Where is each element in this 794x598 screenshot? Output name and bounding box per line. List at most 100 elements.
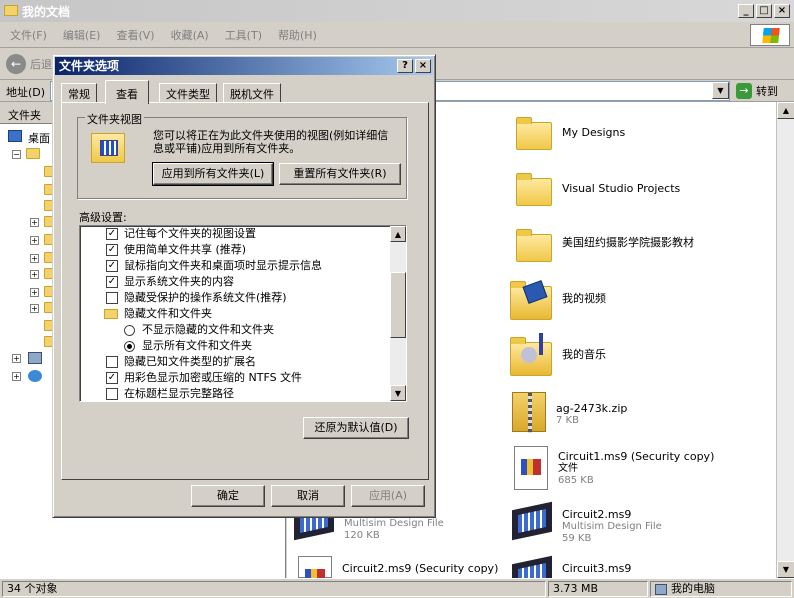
- file-size: 7 KB: [556, 415, 579, 426]
- apply-button[interactable]: 应用(A): [351, 485, 425, 507]
- expand-toggle[interactable]: +: [30, 218, 39, 227]
- minimize-button[interactable]: _: [738, 4, 754, 18]
- window-title: 我的文档: [22, 4, 71, 19]
- checkbox[interactable]: ✓: [106, 276, 118, 288]
- expand-toggle[interactable]: +: [30, 270, 39, 279]
- network-icon: [28, 370, 42, 382]
- checkbox[interactable]: ✓: [106, 228, 118, 240]
- expand-toggle[interactable]: +: [30, 236, 39, 245]
- go-arrow-icon: →: [736, 83, 752, 99]
- file-item-music-folder[interactable]: 我的音乐: [510, 333, 750, 376]
- file-name: Visual Studio Projects: [562, 182, 681, 195]
- restore-defaults-button[interactable]: 还原为默认值(D): [303, 417, 409, 439]
- file-item-zip[interactable]: ag-2473k.zip 7 KB: [512, 392, 752, 433]
- setting-full-path-title[interactable]: 在标题栏显示完整路径: [80, 386, 390, 401]
- setting-show-hidden[interactable]: 显示所有文件和文件夹: [80, 338, 390, 354]
- file-item-multisim[interactable]: Circuit2.ms9 Multisim Design File 59 KB: [512, 501, 752, 545]
- setting-hide-protected-files[interactable]: 隐藏受保护的操作系统文件(推荐): [80, 290, 390, 306]
- expand-toggle[interactable]: +: [12, 372, 21, 381]
- file-item-video-folder[interactable]: 我的视频: [510, 280, 750, 320]
- checkbox[interactable]: ✓: [106, 372, 118, 384]
- setting-simple-sharing[interactable]: ✓ 使用简单文件共享 (推荐): [80, 242, 390, 258]
- menu-view[interactable]: 查看(V): [116, 27, 154, 43]
- dialog-close-button[interactable]: ×: [415, 59, 431, 73]
- reset-all-folders-button[interactable]: 重置所有文件夹(R): [279, 163, 401, 185]
- file-item-folder[interactable]: My Designs: [516, 117, 756, 150]
- address-dropdown-button[interactable]: ▼: [712, 82, 729, 99]
- folder-views-group-title: 文件夹视图: [85, 111, 144, 127]
- setting-remember-views[interactable]: ✓ 记住每个文件夹的视图设置: [80, 226, 390, 242]
- folder-icon: [26, 148, 40, 159]
- tree-item-label: 桌面: [28, 132, 50, 145]
- menu-edit[interactable]: 编辑(E): [63, 27, 101, 43]
- setting-hide-extensions[interactable]: 隐藏已知文件类型的扩展名: [80, 354, 390, 370]
- zip-file-icon: [512, 392, 546, 433]
- file-name: Circuit2.ms9 (Security copy): [342, 562, 499, 575]
- setting-label: 显示系统文件夹的内容: [124, 275, 234, 288]
- go-button[interactable]: → 转到: [736, 82, 790, 100]
- windows-logo-icon: [750, 24, 790, 46]
- advanced-settings-label: 高级设置:: [79, 211, 127, 224]
- maximize-button[interactable]: □: [756, 4, 772, 18]
- menu-tools[interactable]: 工具(T): [225, 27, 262, 43]
- file-item-folder[interactable]: 美国纽约摄影学院摄影教材: [516, 229, 756, 262]
- ok-button[interactable]: 确定: [191, 485, 265, 507]
- advanced-settings-list[interactable]: ✓ 记住每个文件夹的视图设置 ✓ 使用简单文件共享 (推荐) ✓ 鼠标指向文件夹和桌面…: [79, 225, 407, 402]
- collapse-toggle[interactable]: −: [12, 150, 21, 159]
- file-item-folder[interactable]: Visual Studio Projects: [516, 173, 756, 206]
- apply-to-all-folders-button[interactable]: 应用到所有文件夹(L): [152, 162, 274, 186]
- setting-label: 用彩色显示加密或压缩的 NTFS 文件: [124, 371, 303, 384]
- file-name: 我的音乐: [562, 348, 606, 361]
- setting-dont-show-hidden[interactable]: 不显示隐藏的文件和文件夹: [80, 322, 390, 338]
- setting-show-tooltips[interactable]: ✓ 鼠标指向文件夹和桌面项时显示提示信息: [80, 258, 390, 274]
- menu-file[interactable]: 文件(F): [10, 27, 47, 43]
- scroll-up-button[interactable]: ▲: [777, 102, 794, 119]
- status-bar: 34 个对象 3.73 MB 我的电脑: [0, 578, 794, 598]
- expand-toggle[interactable]: +: [12, 354, 21, 363]
- expand-toggle[interactable]: +: [30, 288, 39, 297]
- scroll-down-button[interactable]: ▼: [390, 385, 406, 401]
- file-size: 120 KB: [344, 530, 380, 541]
- folder-icon: [516, 173, 552, 206]
- folder-icon: [516, 229, 552, 262]
- menu-favorites[interactable]: 收藏(A): [171, 27, 209, 43]
- checkbox[interactable]: ✓: [106, 244, 118, 256]
- back-arrow-icon: ←: [6, 54, 26, 74]
- radio-button[interactable]: [124, 341, 135, 352]
- expand-toggle[interactable]: +: [30, 254, 39, 263]
- checkbox[interactable]: [106, 292, 118, 304]
- settings-scrollbar[interactable]: ▲ ▼: [390, 226, 406, 401]
- dialog-titlebar: 文件夹选项 ? ×: [55, 57, 433, 75]
- setting-color-ntfs[interactable]: ✓ 用彩色显示加密或压缩的 NTFS 文件: [80, 370, 390, 386]
- expand-toggle[interactable]: +: [30, 304, 39, 313]
- tab-offline-files[interactable]: 脱机文件: [223, 83, 281, 103]
- close-button[interactable]: ×: [774, 4, 790, 18]
- file-item-doc[interactable]: Circuit1.ms9 (Security copy) 文件 685 KB: [514, 446, 754, 490]
- scroll-thumb[interactable]: [390, 272, 406, 338]
- file-item-doc[interactable]: Circuit2.ms9 (Security copy): [298, 556, 538, 585]
- tab-view[interactable]: 查看: [105, 80, 149, 104]
- window-titlebar: 我的文档 _ □ ×: [0, 0, 794, 22]
- back-label: 后退: [30, 58, 52, 71]
- tab-file-types[interactable]: 文件类型: [159, 83, 217, 103]
- file-type: Multisim Design File: [562, 521, 662, 532]
- cancel-button[interactable]: 取消: [271, 485, 345, 507]
- checkbox[interactable]: [106, 356, 118, 368]
- file-pane-scrollbar[interactable]: ▲ ▼: [776, 102, 794, 578]
- radio-button[interactable]: [124, 325, 135, 336]
- menu-help[interactable]: 帮助(H): [278, 27, 317, 43]
- status-size: 3.73 MB: [548, 581, 648, 597]
- back-button[interactable]: ← 后退: [6, 52, 52, 76]
- scroll-down-button[interactable]: ▼: [777, 561, 794, 578]
- checkbox[interactable]: [106, 388, 118, 400]
- tab-general[interactable]: 常规: [61, 83, 97, 103]
- setting-label: 不显示隐藏的文件和文件夹: [142, 323, 274, 336]
- file-name: Circuit1.ms9 (Security copy): [558, 450, 715, 463]
- scroll-up-button[interactable]: ▲: [390, 226, 406, 242]
- folder-icon: [516, 117, 552, 150]
- setting-label: 隐藏文件和文件夹: [124, 307, 212, 320]
- help-button[interactable]: ?: [397, 59, 413, 73]
- setting-show-system-contents[interactable]: ✓ 显示系统文件夹的内容: [80, 274, 390, 290]
- checkbox[interactable]: ✓: [106, 260, 118, 272]
- folder-icon: [4, 5, 18, 16]
